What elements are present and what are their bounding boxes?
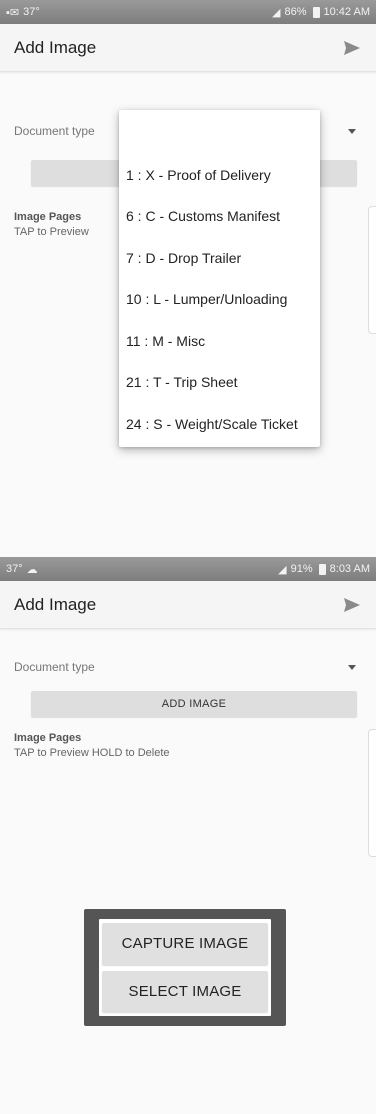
status-time: 10:42 AM xyxy=(323,6,370,18)
status-right: ◢ 91% 8:03 AM xyxy=(278,563,370,576)
status-bar: ▪✉ 37° ◢ 86% 10:42 AM xyxy=(0,0,376,24)
dropdown-arrow-icon[interactable] xyxy=(348,664,356,670)
document-type-dropdown: 1 : X - Proof of Delivery 6 : C - Custom… xyxy=(119,110,320,447)
message-icon: ▪✉ xyxy=(6,6,20,19)
image-source-dialog: CAPTURE IMAGE SELECT IMAGE xyxy=(84,909,286,1026)
battery-percent: 91% xyxy=(290,563,313,575)
status-left: 37° ☁ xyxy=(6,563,38,576)
dropdown-arrow-icon[interactable] xyxy=(348,128,356,134)
image-pages-title: Image Pages xyxy=(14,211,82,223)
signal-icon: ◢ xyxy=(278,563,287,576)
dropdown-option-weight-scale-ticket[interactable]: 24 : S - Weight/Scale Ticket xyxy=(119,403,320,445)
screen-document-type-dropdown: ▪✉ 37° ◢ 86% 10:42 AM Add Image Document… xyxy=(0,0,376,557)
document-type-label: Document type xyxy=(14,124,95,138)
app-bar: Add Image xyxy=(0,581,376,629)
battery-icon xyxy=(318,563,326,575)
dropdown-option-misc[interactable]: 11 : M - Misc xyxy=(119,320,320,362)
dropdown-option-proof-of-delivery[interactable]: 1 : X - Proof of Delivery xyxy=(119,154,320,196)
status-temperature: 37° xyxy=(6,563,23,575)
status-time: 8:03 AM xyxy=(329,563,370,575)
signal-icon: ◢ xyxy=(272,6,281,19)
status-right: ◢ 86% 10:42 AM xyxy=(272,6,370,19)
send-icon[interactable] xyxy=(342,595,362,615)
status-left: ▪✉ 37° xyxy=(6,6,40,19)
page-title: Add Image xyxy=(14,594,97,614)
status-bar: 37° ☁ ◢ 91% 8:03 AM xyxy=(0,557,376,581)
send-icon[interactable] xyxy=(342,38,362,58)
image-preview-frame[interactable] xyxy=(368,729,376,857)
battery-percent: 86% xyxy=(284,6,307,18)
page-title: Add Image xyxy=(14,37,97,57)
app-bar: Add Image xyxy=(0,24,376,72)
dropdown-option-lumper-unloading[interactable]: 10 : L - Lumper/Unloading xyxy=(119,279,320,321)
image-pages-hint: TAP to Preview xyxy=(14,226,89,238)
status-temperature: 37° xyxy=(23,6,40,18)
cloud-icon: ☁ xyxy=(26,563,38,576)
dropdown-option-drop-trailer[interactable]: 7 : D - Drop Trailer xyxy=(119,237,320,279)
document-type-select[interactable]: Document type xyxy=(14,652,362,682)
add-image-button[interactable]: ADD IMAGE xyxy=(31,691,357,717)
dialog-content: CAPTURE IMAGE SELECT IMAGE xyxy=(99,919,271,1016)
image-pages-title: Image Pages xyxy=(14,732,82,744)
document-type-label: Document type xyxy=(14,660,95,674)
dropdown-option-trip-sheet[interactable]: 21 : T - Trip Sheet xyxy=(119,362,320,404)
dropdown-option-customs-manifest[interactable]: 6 : C - Customs Manifest xyxy=(119,196,320,238)
capture-image-button[interactable]: CAPTURE IMAGE xyxy=(102,923,268,965)
image-pages-hint: TAP to Preview HOLD to Delete xyxy=(14,747,170,759)
battery-icon xyxy=(312,6,320,18)
screen-image-source-dialog: 37° ☁ ◢ 91% 8:03 AM Add Image Document t… xyxy=(0,557,376,1114)
image-preview-frame[interactable] xyxy=(368,206,376,334)
select-image-button[interactable]: SELECT IMAGE xyxy=(102,970,268,1012)
